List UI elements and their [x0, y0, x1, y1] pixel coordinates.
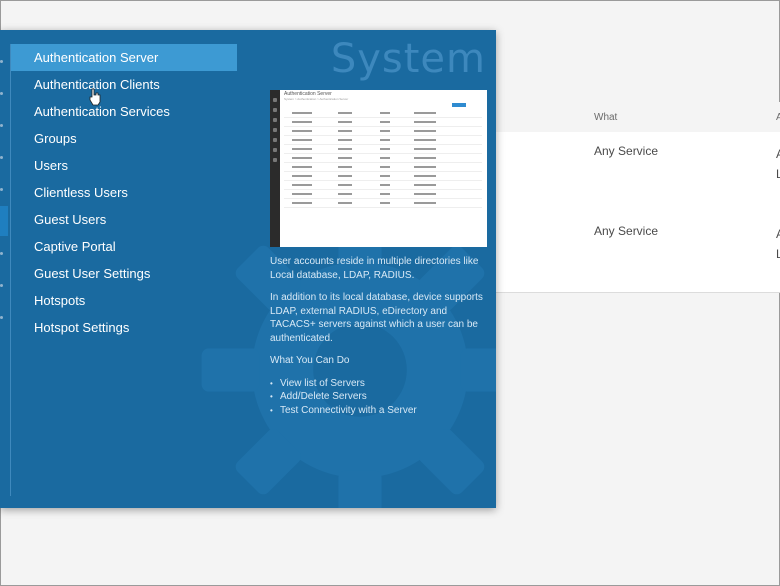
column-header-what[interactable]: What — [594, 112, 617, 123]
left-edge-strip — [0, 30, 10, 508]
preview-sidebar — [270, 90, 280, 247]
preview-row — [284, 155, 482, 163]
nav-item-groups[interactable]: Groups — [11, 125, 237, 152]
description-paragraph: User accounts reside in multiple directo… — [270, 256, 479, 281]
preview-row — [284, 182, 482, 190]
nav-item-captive-portal[interactable]: Captive Portal — [11, 233, 237, 260]
cell-second-line: A — [776, 227, 780, 241]
nav-item-authentication-services[interactable]: Authentication Services — [11, 98, 237, 125]
hand-cursor-icon — [89, 88, 101, 106]
cell-second-line: A — [776, 147, 780, 161]
preview-breadcrumb: System > Authentication > Authentication… — [284, 97, 349, 101]
system-menu-panel: System Authentication Server Authenticat… — [0, 30, 496, 508]
nav-item-users[interactable]: Users — [11, 152, 237, 179]
description-paragraph: In addition to its local database, devic… — [270, 292, 483, 344]
cell-second-line: L — [776, 247, 780, 261]
preview-row — [284, 200, 482, 208]
description: User accounts reside in multiple directo… — [270, 255, 490, 417]
preview-row — [284, 137, 482, 145]
nav-item-clientless-users[interactable]: Clientless Users — [11, 179, 237, 206]
cell-second: A L — [776, 144, 780, 184]
nav-item-authentication-clients[interactable]: Authentication Clients — [11, 71, 237, 98]
preview-row — [284, 119, 482, 127]
nav-item-guest-user-settings[interactable]: Guest User Settings — [11, 260, 237, 287]
preview-row — [284, 110, 482, 118]
nav-item-authentication-server[interactable]: Authentication Server — [11, 44, 237, 71]
cell-what: Any Service — [594, 144, 659, 158]
preview-screenshot: Authentication Server System > Authentic… — [270, 90, 487, 247]
actions-list: View list of Servers Add/Delete Servers … — [270, 377, 490, 418]
preview-row — [284, 164, 482, 172]
cell-second-line: L — [776, 167, 780, 181]
column-header-second[interactable]: A — [776, 112, 780, 123]
table-row[interactable]: Any Service A L — [496, 212, 780, 293]
preview-row — [284, 173, 482, 181]
preview-row — [284, 146, 482, 154]
nav-item-guest-users[interactable]: Guest Users — [11, 206, 237, 233]
nav-item-hotspot-settings[interactable]: Hotspot Settings — [11, 314, 237, 341]
action-item: Add/Delete Servers — [270, 390, 490, 404]
preview-add-button — [452, 103, 466, 107]
left-edge-active-marker — [0, 206, 8, 236]
nav-item-hotspots[interactable]: Hotspots — [11, 287, 237, 314]
what-you-can-do-heading: What You Can Do — [270, 355, 350, 366]
action-item: View list of Servers — [270, 377, 490, 391]
table-row[interactable]: Any Service A L — [496, 132, 780, 213]
preview-row — [284, 128, 482, 136]
cell-second: A L — [776, 224, 780, 264]
panel-title: System — [330, 36, 486, 82]
cell-what: Any Service — [594, 224, 659, 238]
table-header: What A — [496, 102, 780, 133]
system-nav: Authentication Server Authentication Cli… — [10, 44, 237, 496]
action-item: Test Connectivity with a Server — [270, 404, 490, 418]
preview-row — [284, 191, 482, 199]
